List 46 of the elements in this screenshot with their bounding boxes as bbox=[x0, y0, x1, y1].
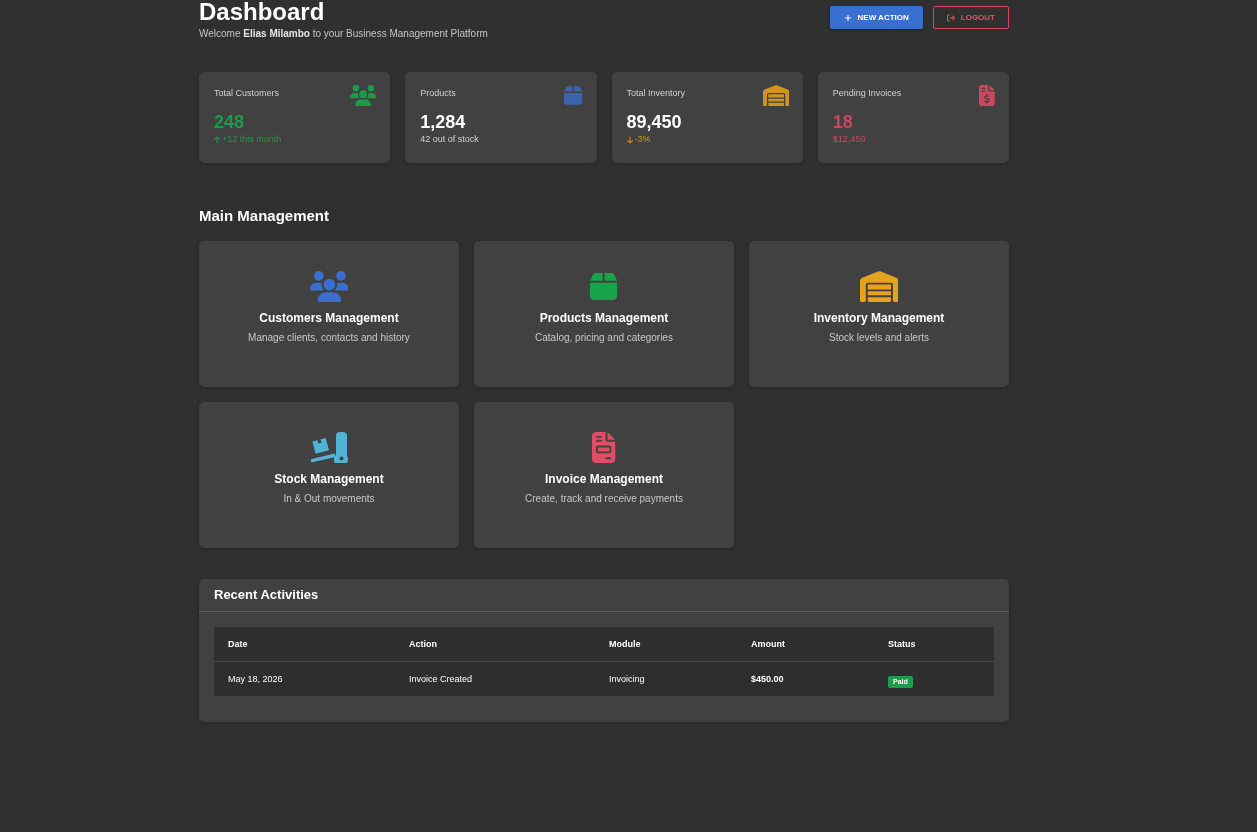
stat-note: +12 this month bbox=[222, 134, 282, 145]
table-header-cell: Status bbox=[874, 627, 994, 661]
stat-value: 1,284 bbox=[420, 111, 466, 133]
table-cell: $450.00 bbox=[737, 661, 874, 696]
stat-value: 248 bbox=[214, 111, 245, 133]
table-header-cell: Module bbox=[595, 627, 737, 661]
page-title: Dashboard bbox=[199, 0, 325, 24]
module-title: Products Management bbox=[539, 311, 669, 326]
module-description: Manage clients, contacts and history bbox=[248, 331, 410, 344]
logout-button[interactable]: LOGOUT bbox=[932, 6, 1009, 29]
module-card[interactable]: Inventory Management Stock levels and alerts bbox=[749, 241, 1009, 387]
stat-note: -3% bbox=[634, 134, 651, 145]
module-card[interactable]: Customers Management Manage clients, contacts and history bbox=[199, 241, 459, 387]
logout-icon bbox=[946, 13, 955, 22]
stat-value: 18 bbox=[832, 111, 853, 133]
module-title: Customers Management bbox=[259, 311, 399, 326]
table-header-cell: Amount bbox=[737, 627, 874, 661]
table-header-cell: Action bbox=[395, 627, 595, 661]
table-cell: Invoice Created bbox=[395, 661, 595, 696]
section-title: Main Management bbox=[199, 207, 331, 225]
stat-value: 89,450 bbox=[626, 111, 682, 133]
module-title: Inventory Management bbox=[813, 311, 945, 326]
module-description: Stock levels and alerts bbox=[828, 331, 930, 344]
module-description: In & Out movements bbox=[283, 492, 375, 505]
module-card[interactable]: Products Management Catalog, pricing and categories bbox=[474, 241, 734, 387]
module-title: Invoice Management bbox=[545, 472, 663, 487]
stat-label: Total Inventory bbox=[626, 88, 686, 99]
plus-icon bbox=[843, 13, 852, 22]
welcome-text: Welcome Elias Milambo to your Business Management Platform bbox=[199, 27, 488, 40]
arrow-down-icon bbox=[626, 135, 633, 144]
module-card[interactable]: Invoice Management Create, track and receive payments bbox=[474, 402, 734, 548]
stat-note: 42 out of stock bbox=[420, 134, 479, 145]
module-card[interactable]: Stock Management In & Out movements bbox=[199, 402, 459, 548]
table-cell: May 18, 2026 bbox=[214, 661, 395, 696]
new-action-button[interactable]: NEW ACTION bbox=[829, 6, 923, 29]
stat-label: Products bbox=[420, 88, 456, 99]
stat-label: Total Customers bbox=[214, 88, 280, 99]
stat-label: Pending Invoices bbox=[832, 88, 902, 99]
module-description: Catalog, pricing and categories bbox=[535, 331, 673, 344]
module-title: Stock Management bbox=[274, 472, 384, 487]
panel-title: Recent Activities bbox=[214, 587, 319, 603]
table-header-cell: Date bbox=[214, 627, 395, 661]
module-description: Create, track and receive payments bbox=[525, 492, 683, 505]
arrow-up-icon bbox=[214, 135, 220, 144]
table-cell: Invoicing bbox=[595, 661, 737, 696]
stat-note: $12,450 bbox=[832, 134, 866, 145]
